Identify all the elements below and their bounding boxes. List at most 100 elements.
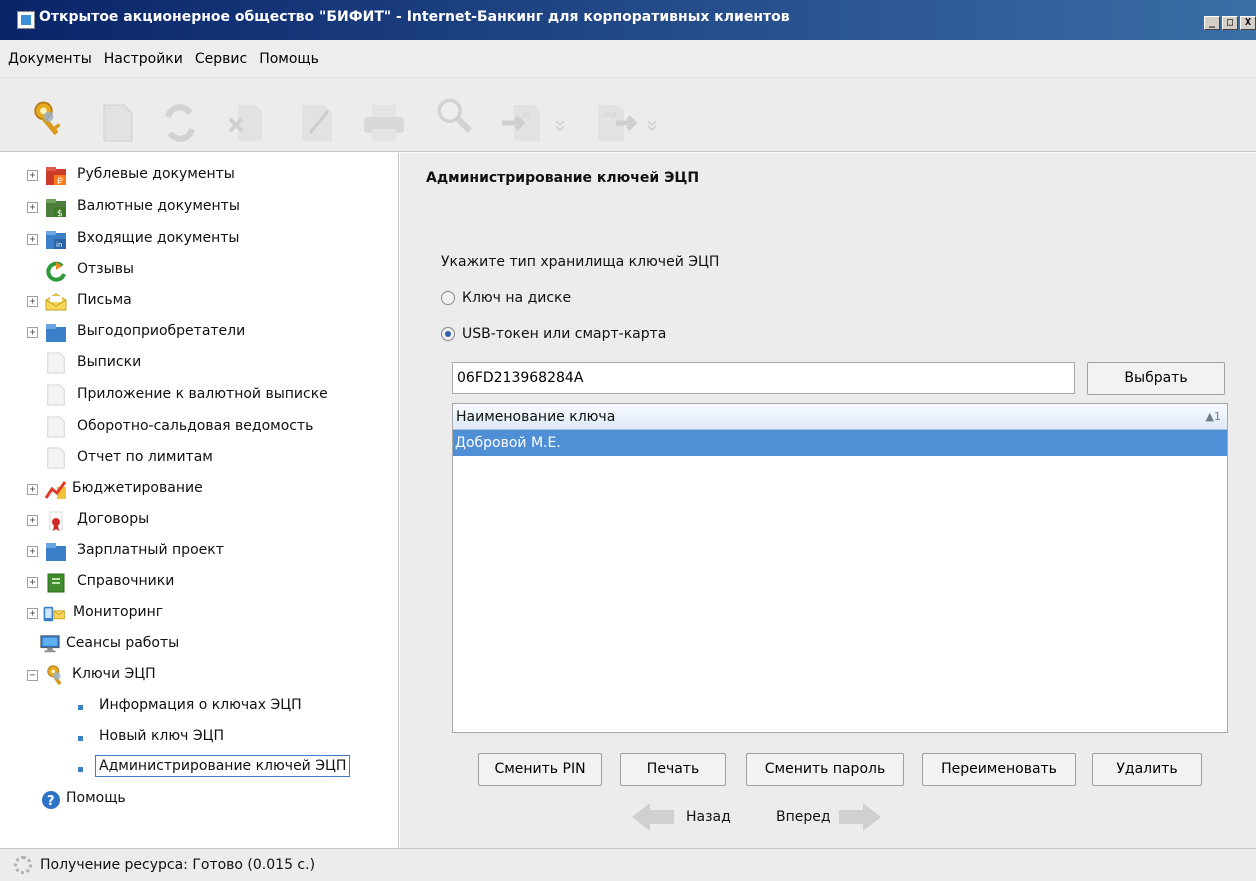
- expand-icon[interactable]: +: [27, 484, 38, 495]
- svg-text:₽: ₽: [57, 177, 63, 187]
- menu-settings[interactable]: Настройки: [104, 51, 183, 67]
- radio-usb-token[interactable]: USB-токен или смарт-карта: [441, 326, 666, 342]
- folder-icon: [46, 324, 66, 342]
- help-icon: ?: [42, 791, 60, 809]
- expand-icon[interactable]: +: [27, 296, 38, 307]
- column-header-label: Наименование ключа: [456, 408, 616, 425]
- keys-icon: [47, 665, 62, 686]
- contract-icon: [49, 511, 63, 531]
- document-icon: [47, 384, 65, 406]
- forward-label: Вперед: [776, 809, 831, 825]
- tree-item-label: Бюджетирование: [72, 480, 203, 496]
- import-icon[interactable]: in: [500, 103, 570, 143]
- revoke-icon: [46, 261, 66, 282]
- expand-icon[interactable]: +: [27, 202, 38, 213]
- choose-button[interactable]: Выбрать: [1087, 362, 1225, 395]
- arrow-left-body: [650, 810, 674, 824]
- expand-icon[interactable]: +: [27, 327, 38, 338]
- ruble-folder-icon: ₽: [46, 167, 66, 187]
- import-label: in: [522, 110, 529, 119]
- back-button[interactable]: Назад: [632, 803, 731, 831]
- tree-item-label: Отзывы: [77, 261, 134, 277]
- bullet-icon: [78, 767, 83, 772]
- tree-item-label: Информация о ключах ЭЦП: [99, 697, 302, 713]
- sort-ascending-icon: ▲1: [1205, 410, 1221, 423]
- expand-icon[interactable]: +: [27, 170, 38, 181]
- key-name-cell: Добровой М.Е.: [455, 435, 561, 451]
- tree-item-label: Рублевые документы: [77, 166, 235, 182]
- export-icon[interactable]: out: [592, 103, 664, 143]
- back-label: Назад: [686, 809, 731, 825]
- document-icon: [47, 416, 65, 438]
- tree-item-label: Мониторинг: [73, 604, 164, 620]
- change-pin-button[interactable]: Сменить PIN: [478, 753, 602, 786]
- storage-type-label: Укажите тип хранилища ключей ЭЦП: [441, 254, 720, 270]
- expand-icon[interactable]: +: [27, 546, 38, 557]
- navigation-tree: + ₽ Рублевые документы + $ Валютные доку…: [0, 153, 399, 848]
- tree-item-label: Входящие документы: [77, 230, 240, 246]
- menu-documents[interactable]: Документы: [8, 51, 92, 67]
- document-icon[interactable]: [102, 103, 134, 143]
- delete-icon[interactable]: [228, 103, 264, 143]
- collapse-icon[interactable]: −: [27, 670, 38, 681]
- letter-icon: [45, 293, 67, 311]
- table-row[interactable]: Добровой М.Е.: [453, 430, 1227, 456]
- search-icon[interactable]: [432, 96, 478, 136]
- column-header-key-name[interactable]: Наименование ключа ▲1: [453, 404, 1227, 430]
- keys-table: Наименование ключа ▲1 Добровой М.Е.: [452, 403, 1228, 733]
- tree-item-label: Приложение к валютной выписке: [77, 386, 328, 402]
- arrow-right-icon: [862, 803, 881, 831]
- edit-icon[interactable]: [298, 103, 338, 143]
- tree-item-label: Выгодоприобретатели: [77, 323, 246, 339]
- toolbar: in out: [0, 78, 1256, 152]
- document-icon: [47, 352, 65, 374]
- menu-help[interactable]: Помощь: [259, 51, 319, 67]
- refresh-icon[interactable]: [160, 103, 200, 143]
- minimize-button[interactable]: _: [1204, 16, 1220, 30]
- document-icon: [47, 447, 65, 469]
- delete-button[interactable]: Удалить: [1092, 753, 1202, 786]
- radio-label: Ключ на диске: [462, 290, 572, 306]
- tree-item-label: Зарплатный проект: [77, 542, 224, 558]
- print-button[interactable]: Печать: [620, 753, 726, 786]
- svg-text:in: in: [56, 241, 62, 249]
- change-password-button[interactable]: Сменить пароль: [746, 753, 904, 786]
- window-title: Открытое акционерное общество "БИФИТ" - …: [39, 9, 790, 25]
- token-id-field[interactable]: 06FD213968284A: [452, 362, 1075, 394]
- close-button[interactable]: X: [1240, 16, 1256, 30]
- export-label: out: [604, 110, 617, 119]
- status-text: Получение ресурса: Готово (0.015 с.): [40, 857, 316, 873]
- menu-service[interactable]: Сервис: [195, 51, 247, 67]
- maximize-button[interactable]: □: [1222, 16, 1238, 30]
- radio-disk-key[interactable]: Ключ на диске: [441, 290, 571, 306]
- tree-item-label: Помощь: [66, 790, 126, 806]
- radio-button[interactable]: [441, 291, 455, 305]
- forward-button[interactable]: Вперед: [776, 803, 881, 831]
- tree-item-label: Справочники: [77, 573, 175, 589]
- radio-button[interactable]: [441, 327, 455, 341]
- page-title: Администрирование ключей ЭЦП: [426, 170, 700, 186]
- currency-folder-icon: $: [46, 199, 66, 219]
- arrow-right-body: [838, 810, 863, 824]
- expand-icon[interactable]: +: [27, 577, 38, 588]
- svg-text:$: $: [57, 209, 63, 219]
- expand-icon[interactable]: +: [27, 515, 38, 526]
- folder-icon: [46, 543, 66, 561]
- arrow-left-icon: [632, 803, 650, 831]
- svg-text:?: ?: [47, 794, 55, 809]
- app-icon: [17, 11, 35, 29]
- expand-icon[interactable]: +: [27, 608, 38, 619]
- loading-spinner-icon: [14, 856, 32, 874]
- tree-item-label: Договоры: [77, 511, 150, 527]
- main-content: Администрирование ключей ЭЦП Укажите тип…: [400, 153, 1256, 848]
- tree-item-label: Оборотно-сальдовая ведомость: [77, 418, 314, 434]
- rename-button[interactable]: Переименовать: [922, 753, 1076, 786]
- tree-item-label: Валютные документы: [77, 198, 240, 214]
- tree-item-label: Ключи ЭЦП: [72, 666, 156, 682]
- print-icon[interactable]: [362, 103, 406, 143]
- expand-icon[interactable]: +: [27, 234, 38, 245]
- tree-item-label: Письма: [77, 292, 132, 308]
- keys-icon[interactable]: [28, 100, 74, 140]
- monitor-icon: [40, 635, 60, 653]
- tree-item-label: Выписки: [77, 354, 142, 370]
